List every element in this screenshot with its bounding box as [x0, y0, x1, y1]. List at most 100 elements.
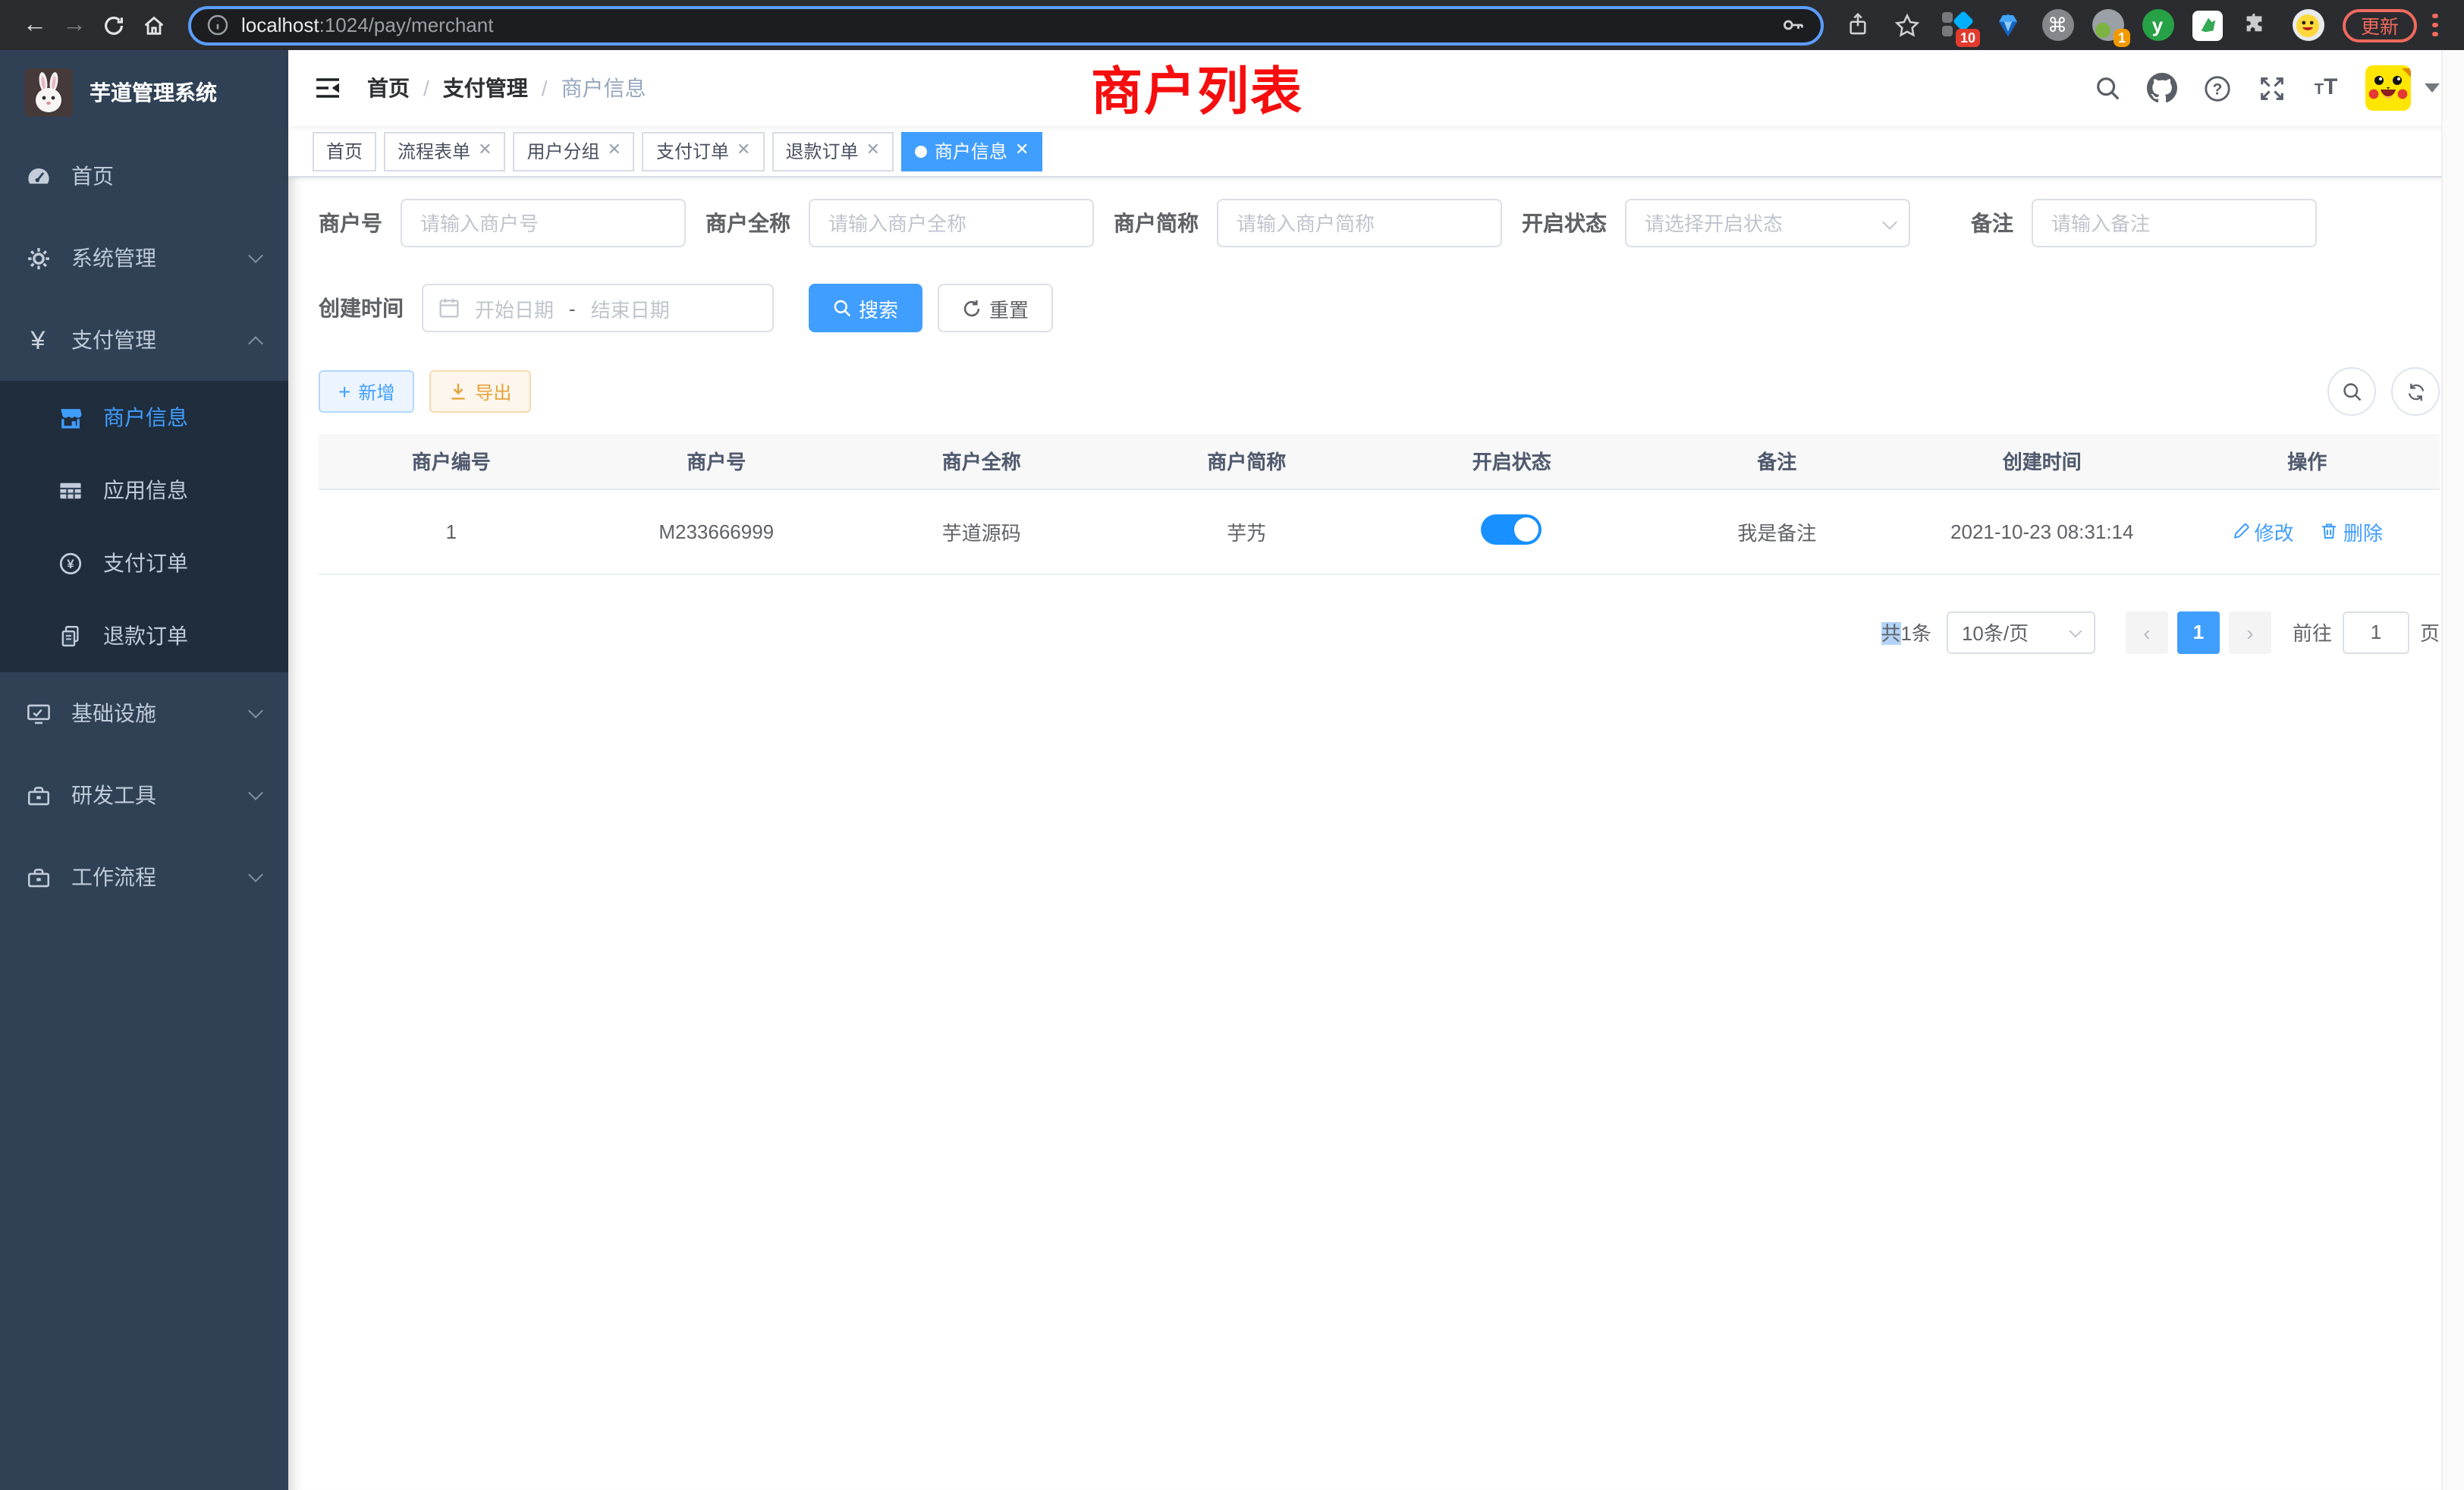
password-key-icon[interactable]: [1780, 12, 1806, 38]
browser-back-button[interactable]: ←: [15, 5, 55, 45]
close-icon[interactable]: ✕: [1015, 143, 1029, 159]
start-date-placeholder: 开始日期: [475, 294, 554, 322]
field-label: 商户全称: [706, 208, 790, 238]
github-link-button[interactable]: [2144, 70, 2180, 106]
home-icon: [140, 12, 166, 38]
export-button[interactable]: 导出: [429, 370, 531, 413]
sidebar-item-home[interactable]: 首页: [0, 135, 288, 217]
sidebar-item-workflow[interactable]: 工作流程: [0, 836, 288, 918]
status-select[interactable]: [1625, 199, 1910, 247]
page-size-value: 10条/页: [1962, 618, 2029, 646]
share-button[interactable]: [1840, 8, 1874, 42]
next-page-button[interactable]: ›: [2229, 611, 2271, 653]
browser-forward-button[interactable]: →: [55, 5, 94, 45]
profile-avatar-button[interactable]: [2291, 8, 2324, 42]
sidebar-item-label: 支付管理: [71, 325, 250, 355]
toggle-search-button[interactable]: [2327, 367, 2376, 416]
plus-icon: +: [338, 381, 350, 402]
rabbit-logo-icon: [24, 68, 73, 117]
current-page-button[interactable]: 1: [2177, 611, 2220, 653]
merchant-no-input[interactable]: [401, 199, 686, 247]
y-letter-icon: y: [2142, 9, 2173, 41]
site-info-icon[interactable]: [206, 14, 229, 36]
extension-tampermonkey[interactable]: 10: [1941, 8, 1974, 42]
filter-create-time: 创建时间 开始日期 - 结束日期: [319, 284, 774, 332]
delete-link[interactable]: 删除: [2321, 517, 2383, 545]
extensions-menu-button[interactable]: [2241, 8, 2274, 42]
browser-reload-button[interactable]: [94, 5, 134, 45]
filter-full-name: 商户全称: [706, 199, 1094, 247]
tag-merchant-info-active[interactable]: 商户信息 ✕: [901, 131, 1042, 171]
pagination-total-rest: 1条: [1900, 622, 1931, 645]
tag-pay-order[interactable]: 支付订单 ✕: [643, 131, 764, 171]
search-button[interactable]: 搜索: [809, 284, 922, 332]
sidebar-logo[interactable]: 芋道管理系统: [0, 50, 288, 135]
browser-home-button[interactable]: [134, 5, 173, 45]
avatar-caret-down-icon[interactable]: [2425, 83, 2440, 93]
extension-command[interactable]: ⌘: [2041, 8, 2074, 42]
toolbox-icon: [24, 782, 52, 808]
browser-update-button[interactable]: 更新: [2343, 8, 2417, 42]
grid-table-icon: [56, 477, 83, 503]
remark-input[interactable]: [2032, 199, 2317, 247]
cell-remark: 我是备注: [1645, 489, 1910, 574]
fullscreen-button[interactable]: [2253, 70, 2290, 106]
sidebar-item-app-info[interactable]: 应用信息: [0, 454, 288, 527]
sidebar-item-payment[interactable]: ¥ 支付管理: [0, 299, 288, 381]
extension-green-y[interactable]: y: [2141, 8, 2174, 42]
prev-page-button[interactable]: ‹: [2126, 611, 2168, 653]
sidebar-item-dev-tools[interactable]: 研发工具: [0, 754, 288, 836]
breadcrumb-payment[interactable]: 支付管理: [443, 73, 528, 103]
browser-menu-button[interactable]: [2432, 14, 2437, 37]
tag-user-group[interactable]: 用户分组 ✕: [514, 131, 635, 171]
close-icon[interactable]: ✕: [478, 143, 492, 159]
col-status: 开启状态: [1379, 434, 1645, 489]
extension-proxy[interactable]: 1: [2091, 8, 2124, 42]
col-full-name: 商户全称: [849, 434, 1114, 489]
close-icon[interactable]: ✕: [608, 143, 621, 159]
font-size-button[interactable]: TT: [2308, 70, 2344, 106]
breadcrumb: 首页 / 支付管理 / 商户信息: [367, 73, 646, 103]
short-name-input[interactable]: [1217, 199, 1502, 247]
sidebar-item-refund-order[interactable]: 退款订单: [0, 599, 288, 672]
reset-button[interactable]: 重置: [938, 284, 1053, 332]
col-remark: 备注: [1645, 434, 1910, 489]
header-search-button[interactable]: [2089, 70, 2126, 106]
edit-link[interactable]: 修改: [2232, 517, 2294, 545]
sidebar-item-merchant-info[interactable]: 商户信息: [0, 381, 288, 454]
pagination-total: 共1条: [1881, 618, 1931, 646]
sidebar-item-system[interactable]: 系统管理: [0, 217, 288, 299]
close-icon[interactable]: ✕: [737, 143, 750, 159]
star-icon: [1894, 11, 1921, 39]
cell-merchant-id: 1: [319, 489, 584, 574]
address-bar[interactable]: localhost:1024/pay/merchant: [188, 5, 1824, 45]
close-icon[interactable]: ✕: [866, 143, 879, 159]
tag-refund-order[interactable]: 退款订单 ✕: [772, 131, 893, 171]
sidebar-item-label: 首页: [71, 161, 261, 191]
date-range-picker[interactable]: 开始日期 - 结束日期: [422, 284, 774, 332]
bookmark-star-button[interactable]: [1890, 8, 1924, 42]
table-toolbar: + 新增 导出: [319, 367, 2440, 416]
breadcrumb-home[interactable]: 首页: [367, 73, 410, 103]
sidebar-item-infrastructure[interactable]: 基础设施: [0, 672, 288, 754]
tag-process-form[interactable]: 流程表单 ✕: [384, 131, 505, 171]
refresh-table-button[interactable]: [2391, 367, 2440, 416]
goto-page-input[interactable]: [2343, 611, 2409, 653]
col-short-name: 商户简称: [1114, 434, 1380, 489]
annotation-merchant-list: 商户列表: [1091, 50, 1303, 124]
help-doc-button[interactable]: ?: [2198, 70, 2235, 106]
sidebar-collapse-hamburger-icon[interactable]: [313, 73, 343, 103]
page-scrollbar[interactable]: [2441, 50, 2464, 1490]
sidebar-item-label: 应用信息: [103, 475, 261, 505]
user-avatar[interactable]: [2365, 65, 2411, 111]
extension-notes[interactable]: [2191, 8, 2224, 42]
add-button[interactable]: + 新增: [319, 370, 414, 413]
sidebar-item-pay-order[interactable]: ¥ 支付订单: [0, 527, 288, 599]
extension-gem[interactable]: [1991, 8, 2024, 42]
full-name-input[interactable]: [809, 199, 1094, 247]
status-toggle-on[interactable]: [1482, 514, 1542, 544]
page-size-select[interactable]: 10条/页: [1947, 611, 2095, 653]
main-area: 首页 / 支付管理 / 商户信息 ?: [288, 50, 2464, 1490]
tag-home[interactable]: 首页: [313, 131, 376, 171]
pagination: 共1条 10条/页 ‹ 1 › 前往 页: [319, 611, 2440, 653]
